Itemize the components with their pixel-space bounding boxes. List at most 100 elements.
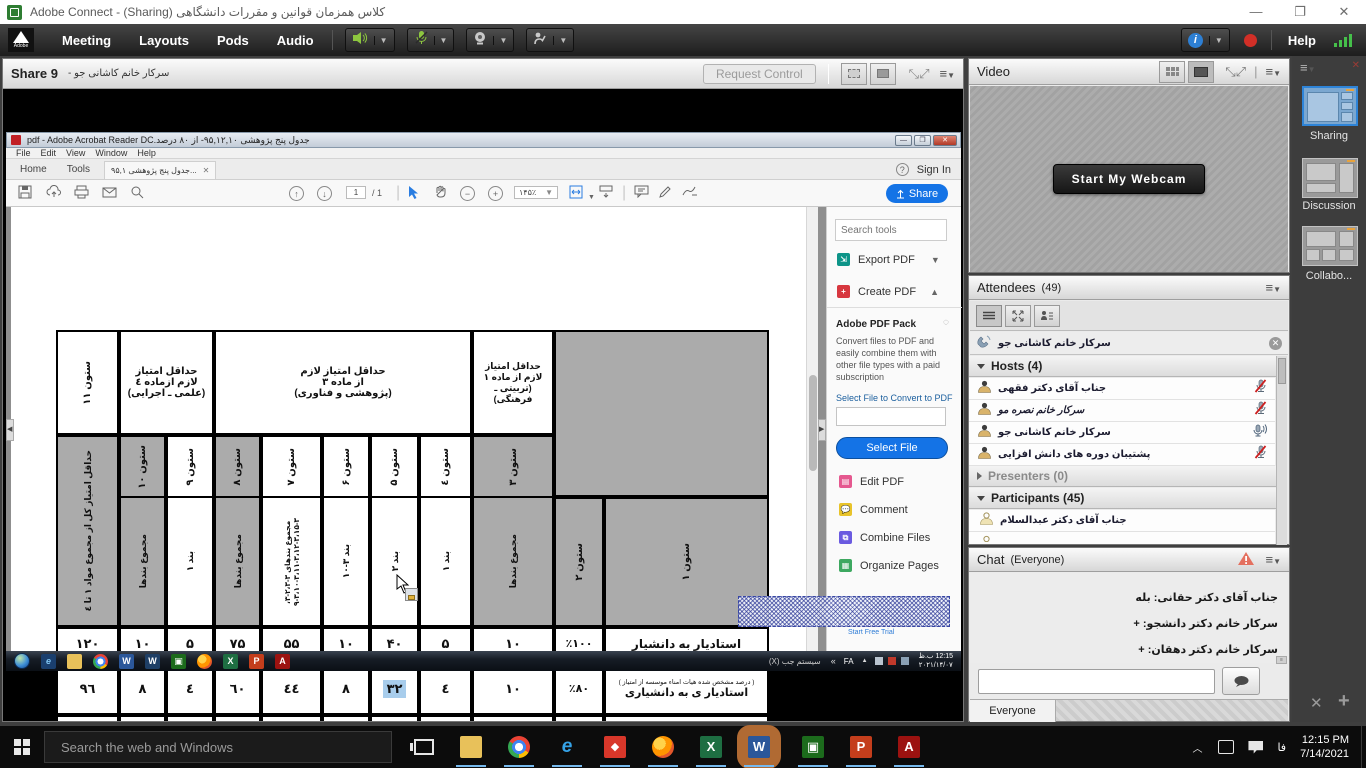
chevron-down-icon[interactable]: ▼	[931, 255, 940, 265]
pdf-restore-button[interactable]: ❐	[914, 135, 931, 146]
adobe-connect-icon[interactable]: ▣	[171, 654, 186, 669]
acrobat-icon[interactable]: A	[275, 654, 290, 669]
show-desktop-button[interactable]	[1361, 726, 1366, 768]
start-webcam-button[interactable]: Start My Webcam	[1053, 164, 1206, 194]
share-pod-menu-icon[interactable]: ≡▼	[939, 66, 955, 81]
tool-create-pdf[interactable]: + Create PDF ▲	[837, 285, 939, 298]
chat-scrollbar[interactable]: ≡	[1276, 656, 1287, 664]
info-dropdown[interactable]: ▼	[1209, 36, 1223, 45]
clock[interactable]: 12:15 PM 7/14/2021	[1300, 733, 1349, 761]
attendee-row[interactable]	[969, 532, 1275, 544]
connection-info-button[interactable]: i ▼	[1181, 28, 1230, 52]
menu-pods[interactable]: Pods	[217, 33, 249, 48]
w7-hidden-icons[interactable]: ▲	[862, 658, 868, 664]
tool-export-pdf[interactable]: ⇲ Export PDF ▼	[837, 253, 940, 266]
acrobat-reader-icon[interactable]: A	[898, 736, 920, 758]
w7-tray-icon[interactable]	[888, 657, 896, 665]
attendee-list-view-icon[interactable]	[976, 305, 1002, 327]
download-manager-icon[interactable]: ◆	[604, 736, 626, 758]
powerpoint-icon[interactable]: P	[850, 736, 872, 758]
pdf-menu-file[interactable]: File	[16, 148, 31, 158]
raise-hand-button[interactable]: ▼	[526, 28, 574, 52]
tools-search-input[interactable]	[835, 219, 947, 241]
hand-tool-icon[interactable]	[434, 185, 447, 204]
excel-icon[interactable]: X	[223, 654, 238, 669]
edge-icon[interactable]: e	[556, 736, 578, 758]
pdf-menu-help[interactable]: Help	[137, 148, 156, 158]
attendee-status-view-icon[interactable]	[1034, 305, 1060, 327]
menu-meeting[interactable]: Meeting	[62, 33, 111, 48]
tool-comment[interactable]: 💬 Comment	[839, 503, 908, 516]
ie-icon[interactable]: e	[41, 654, 56, 669]
save-icon[interactable]	[18, 185, 32, 204]
layout-thumb-collaboration[interactable]	[1302, 226, 1358, 266]
start-button[interactable]	[14, 739, 30, 755]
chrome-icon[interactable]	[93, 654, 108, 669]
w7-language-indicator[interactable]: FA	[844, 657, 854, 666]
w7-tray-icon[interactable]	[875, 657, 883, 665]
attendee-row[interactable]: پشتیبان دوره های دانش افزایی	[969, 444, 1275, 466]
pdf-tab-home[interactable]: Home	[20, 164, 47, 175]
share-view-button-2[interactable]	[870, 63, 896, 85]
layout-thumb-discussion[interactable]	[1302, 158, 1358, 198]
pdf-minimize-button[interactable]: —	[895, 135, 912, 146]
warning-icon[interactable]	[1237, 551, 1255, 569]
left-pane-toggle-icon[interactable]: ◀	[6, 419, 14, 441]
attendees-scrollbar-thumb[interactable]	[1278, 358, 1286, 384]
excel-icon[interactable]: X	[700, 736, 722, 758]
video-pod-menu-icon[interactable]: ≡▼	[1265, 64, 1281, 79]
firefox-icon[interactable]	[652, 736, 674, 758]
notification-icon[interactable]	[1248, 741, 1263, 754]
attendees-scrollbar[interactable]	[1276, 356, 1287, 545]
attendee-row[interactable]: سرکار خانم کاشانی جو	[969, 422, 1275, 444]
help-question-icon[interactable]: ?	[896, 163, 909, 176]
pdf-scrollbar[interactable]	[806, 207, 818, 651]
connection-signal-icon[interactable]	[1332, 34, 1352, 47]
layout-label-discussion[interactable]: Discussion	[1292, 200, 1366, 212]
pencil-icon[interactable]	[658, 185, 672, 204]
speaker-button[interactable]: ▼	[345, 28, 395, 52]
pdf-menu-window[interactable]: Window	[95, 148, 127, 158]
layouts-menu-icon[interactable]: ≡▼	[1300, 60, 1316, 75]
pdf-tab-document[interactable]: ...جدول پنج پژوهشی ۹۵,۱ ✕	[104, 161, 216, 179]
close-icon[interactable]: ✕	[1269, 337, 1282, 350]
menu-layouts[interactable]: Layouts	[139, 33, 189, 48]
tool-combine-files[interactable]: ⧉ Combine Files	[839, 531, 930, 544]
attendees-pod-menu-icon[interactable]: ≡▼	[1265, 280, 1281, 295]
fit-width-icon[interactable]: ▼	[568, 185, 595, 204]
share-view-button-1[interactable]	[841, 63, 867, 85]
firefox-icon[interactable]	[197, 654, 212, 669]
filmstrip-view-icon[interactable]	[1188, 61, 1214, 83]
pdf-tab-tools[interactable]: Tools	[67, 164, 90, 175]
w7-tray-chevron[interactable]: «	[831, 656, 836, 666]
microphone-dropdown[interactable]: ▼	[434, 36, 448, 45]
minimize-button[interactable]: —	[1234, 0, 1278, 24]
upload-cloud-icon[interactable]	[46, 185, 62, 203]
presenters-group-header[interactable]: Presenters (0)	[969, 466, 1287, 487]
chat-tab-everyone[interactable]: Everyone	[970, 700, 1056, 722]
close-button[interactable]: ✕	[1322, 0, 1366, 24]
zoom-level-select[interactable]: ۱۴۵٪▼	[514, 186, 558, 199]
email-icon[interactable]	[102, 185, 117, 203]
tray-chevron-icon[interactable]: ︿	[1192, 740, 1202, 755]
scroll-mode-icon[interactable]	[598, 185, 614, 204]
chat-pod-menu-icon[interactable]: ≡▼	[1265, 552, 1281, 567]
participants-group-header[interactable]: Participants (45)	[969, 488, 1287, 509]
chat-input[interactable]	[978, 669, 1215, 694]
zoom-in-icon[interactable]: +	[488, 186, 503, 201]
comment-icon[interactable]	[634, 185, 649, 203]
tray-pen-icon[interactable]	[1218, 740, 1234, 754]
fullscreen-icon[interactable]: ⤡⤢	[909, 66, 930, 82]
word-icon-active[interactable]: W	[748, 736, 770, 758]
layout-thumb-sharing[interactable]	[1302, 86, 1358, 126]
pdf-scrollbar-thumb[interactable]	[809, 375, 817, 471]
pdf-menu-edit[interactable]: Edit	[41, 148, 57, 158]
adobe-connect-icon[interactable]: ▣	[802, 736, 824, 758]
layout-label-collaboration[interactable]: Collabo...	[1292, 270, 1366, 282]
w7-tray-icon[interactable]	[901, 657, 909, 665]
speaker-dropdown[interactable]: ▼	[374, 36, 388, 45]
fill-sign-icon[interactable]	[682, 185, 698, 203]
right-pane-toggle-icon[interactable]: ▶	[818, 419, 826, 441]
selected-table-value[interactable]: ۳۲	[383, 680, 407, 698]
pdf-menu-view[interactable]: View	[66, 148, 85, 158]
